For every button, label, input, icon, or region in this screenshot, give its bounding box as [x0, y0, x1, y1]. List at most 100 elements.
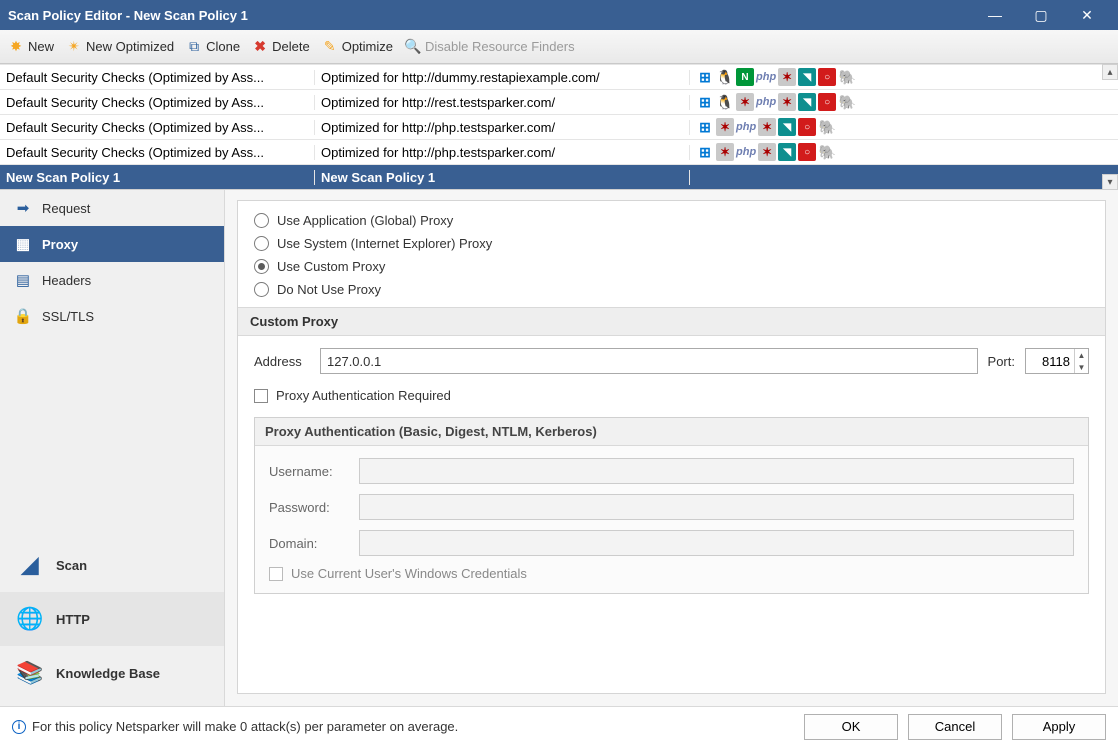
postgres-icon: 🐘	[838, 93, 856, 111]
clone-icon: ⧉	[186, 39, 202, 55]
cell-desc: Optimized for http://rest.testsparker.co…	[315, 95, 690, 110]
sidebar-group-kb[interactable]: 📚 Knowledge Base	[0, 646, 224, 700]
search-disabled-icon: 🔍	[405, 39, 421, 55]
radio-custom-proxy[interactable]: Use Custom Proxy	[254, 259, 1089, 274]
radio-label: Use Custom Proxy	[277, 259, 385, 274]
optimize-button[interactable]: ✎Optimize	[322, 39, 393, 55]
apache-icon: ✶	[758, 118, 776, 136]
status-text: For this policy Netsparker will make 0 a…	[32, 719, 458, 734]
cell-name: Default Security Checks (Optimized by As…	[0, 120, 315, 135]
radio-no-proxy[interactable]: Do Not Use Proxy	[254, 282, 1089, 297]
scroll-down-button[interactable]: ▾	[1102, 174, 1118, 190]
cancel-button[interactable]: Cancel	[908, 714, 1002, 740]
port-stepper[interactable]: ▲▼	[1025, 348, 1089, 374]
apache-icon: ✶	[758, 143, 776, 161]
table-row[interactable]: Default Security Checks (Optimized by As…	[0, 114, 1118, 139]
headers-icon: ▤	[14, 271, 32, 289]
minimize-button[interactable]: —	[972, 0, 1018, 30]
cell-tech: ⊞ 🐧 N php ✶ ◥ ○ 🐘	[690, 68, 1118, 86]
port-input[interactable]	[1026, 349, 1074, 373]
sidebar-item-request[interactable]: ➡ Request	[0, 190, 224, 226]
windows-icon: ⊞	[696, 143, 714, 161]
use-win-creds-checkbox[interactable]: Use Current User's Windows Credentials	[269, 566, 1074, 581]
db-teal-icon: ◥	[778, 118, 796, 136]
apache-icon: ✶	[716, 143, 734, 161]
sidebar-item-headers[interactable]: ▤ Headers	[0, 262, 224, 298]
oracle-icon: ○	[798, 118, 816, 136]
radio-label: Use Application (Global) Proxy	[277, 213, 453, 228]
username-input[interactable]	[359, 458, 1074, 484]
new-button[interactable]: ✸New	[8, 39, 54, 55]
windows-icon: ⊞	[696, 68, 714, 86]
table-row[interactable]: Default Security Checks (Optimized by As…	[0, 139, 1118, 164]
cell-name: Default Security Checks (Optimized by As…	[0, 145, 315, 160]
spin-up-icon[interactable]: ▲	[1074, 349, 1088, 361]
toolbar: ✸New ✴New Optimized ⧉Clone ✖Delete ✎Opti…	[0, 30, 1118, 64]
radio-icon	[254, 236, 269, 251]
cell-name: New Scan Policy 1	[0, 170, 315, 185]
php-icon: php	[756, 68, 776, 86]
port-label: Port:	[988, 354, 1015, 369]
books-icon: 📚	[16, 659, 44, 687]
oracle-icon: ○	[818, 93, 836, 111]
checkbox-icon	[269, 567, 283, 581]
checkbox-icon	[254, 389, 268, 403]
db-teal-icon: ◥	[798, 68, 816, 86]
apache-icon: ✶	[778, 68, 796, 86]
spin-down-icon[interactable]: ▼	[1074, 361, 1088, 373]
password-input[interactable]	[359, 494, 1074, 520]
sidebar: ➡ Request ▦ Proxy ▤ Headers 🔒 SSL/TLS ◢ …	[0, 190, 225, 706]
delete-button[interactable]: ✖Delete	[252, 39, 310, 55]
wand-icon: ✎	[322, 39, 338, 55]
sidebar-group-scan[interactable]: ◢ Scan	[0, 538, 224, 592]
sidebar-group-label: Scan	[56, 558, 87, 573]
php-icon: php	[756, 93, 776, 111]
checkbox-label: Proxy Authentication Required	[276, 388, 451, 403]
linux-icon: 🐧	[716, 68, 734, 86]
lock-icon: 🔒	[14, 307, 32, 325]
delete-icon: ✖	[252, 39, 268, 55]
proxy-panel: Use Application (Global) Proxy Use Syste…	[237, 200, 1106, 694]
sidebar-item-label: Headers	[42, 273, 91, 288]
auth-required-checkbox[interactable]: Proxy Authentication Required	[254, 388, 1089, 403]
radio-label: Use System (Internet Explorer) Proxy	[277, 236, 492, 251]
scan-icon: ◢	[16, 551, 44, 579]
radio-icon	[254, 282, 269, 297]
proxy-icon: ▦	[14, 235, 32, 253]
radio-global-proxy[interactable]: Use Application (Global) Proxy	[254, 213, 1089, 228]
new-optimized-button[interactable]: ✴New Optimized	[66, 39, 174, 55]
clone-button[interactable]: ⧉Clone	[186, 39, 240, 55]
radio-system-proxy[interactable]: Use System (Internet Explorer) Proxy	[254, 236, 1089, 251]
radio-icon	[254, 259, 269, 274]
oracle-icon: ○	[798, 143, 816, 161]
request-icon: ➡	[14, 199, 32, 217]
table-row[interactable]: Default Security Checks (Optimized by As…	[0, 64, 1118, 89]
address-input[interactable]	[320, 348, 978, 374]
apache-icon: ✶	[716, 118, 734, 136]
ok-button[interactable]: OK	[804, 714, 898, 740]
cell-tech: ⊞ 🐧 ✶ php ✶ ◥ ○ 🐘	[690, 93, 1118, 111]
sidebar-group-http[interactable]: 🌐 HTTP	[0, 592, 224, 646]
db-teal-icon: ◥	[798, 93, 816, 111]
domain-input[interactable]	[359, 530, 1074, 556]
disable-resource-finders-button[interactable]: 🔍Disable Resource Finders	[405, 39, 575, 55]
postgres-icon: 🐘	[838, 68, 856, 86]
sidebar-group-label: HTTP	[56, 612, 90, 627]
scroll-up-button[interactable]: ▴	[1102, 64, 1118, 80]
maximize-button[interactable]: ▢	[1018, 0, 1064, 30]
sidebar-item-ssl[interactable]: 🔒 SSL/TLS	[0, 298, 224, 334]
sidebar-item-label: SSL/TLS	[42, 309, 94, 324]
policy-grid[interactable]: Default Security Checks (Optimized by As…	[0, 64, 1118, 190]
domain-label: Domain:	[269, 536, 349, 551]
close-button[interactable]: ✕	[1064, 0, 1110, 30]
linux-icon: 🐧	[716, 93, 734, 111]
table-row-selected[interactable]: New Scan Policy 1 New Scan Policy 1	[0, 164, 1118, 189]
nginx-icon: N	[736, 68, 754, 86]
sidebar-item-proxy[interactable]: ▦ Proxy	[0, 226, 224, 262]
cell-desc: New Scan Policy 1	[315, 170, 690, 185]
apply-button[interactable]: Apply	[1012, 714, 1106, 740]
table-row[interactable]: Default Security Checks (Optimized by As…	[0, 89, 1118, 114]
footer: i For this policy Netsparker will make 0…	[0, 706, 1118, 746]
apache-icon: ✶	[736, 93, 754, 111]
sidebar-item-label: Request	[42, 201, 90, 216]
